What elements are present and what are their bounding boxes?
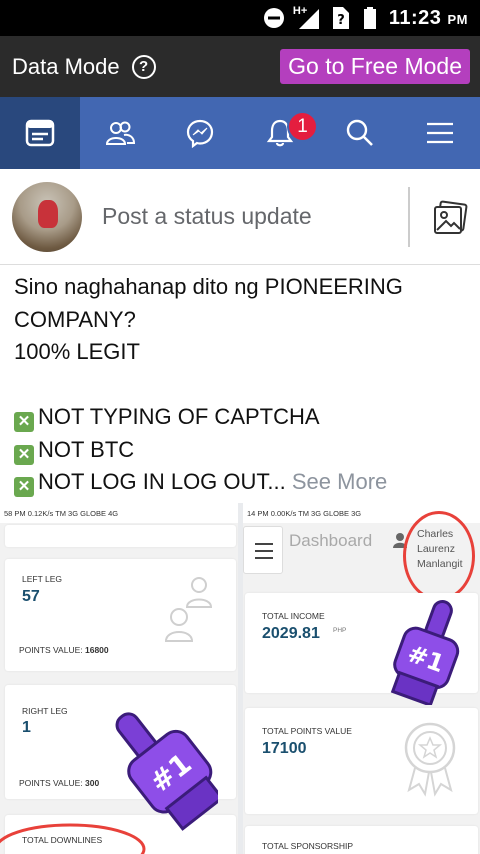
card-title: TOTAL POINTS VALUE: [262, 726, 352, 736]
post-line: Sino naghahanap dito ng PIONEERING: [14, 274, 403, 299]
signal-icon: H+: [292, 5, 321, 29]
no-sim-icon: ?: [329, 7, 351, 29]
card-value: 1: [22, 719, 31, 736]
post-line: 100% LEGIT: [14, 339, 140, 364]
post-photo[interactable]: 58 PM 0.12K/s TM 3G GLOBE 4G LEFT LEG 57…: [0, 503, 480, 854]
do-not-disturb-icon: [263, 7, 285, 29]
left-leg-card: LEFT LEG 57 POINTS VALUE: 16800: [5, 559, 236, 671]
friends-icon: [105, 121, 136, 145]
post-body: Sino naghahanap dito ng PIONEERING COMPA…: [0, 265, 480, 499]
currency-label: PHP: [333, 627, 347, 634]
post-line-item: ✕ NOT BTC: [14, 434, 466, 467]
go-to-free-mode-button[interactable]: Go to Free Mode: [280, 49, 470, 84]
card-value: 17100: [262, 740, 307, 757]
foam-finger-icon: #1: [115, 712, 218, 831]
card-title: RIGHT LEG: [22, 706, 68, 716]
tab-messenger[interactable]: [160, 97, 240, 169]
notification-count-badge: 1: [287, 111, 318, 142]
tab-news-feed[interactable]: [0, 97, 80, 169]
tab-friends[interactable]: [80, 97, 160, 169]
card-title: TOTAL INCOME: [262, 611, 325, 621]
messenger-icon: [186, 119, 214, 148]
network-type-label: H+: [292, 5, 308, 17]
news-feed-icon: [25, 119, 55, 147]
photo-icon[interactable]: [432, 199, 468, 235]
avatar[interactable]: [12, 181, 82, 252]
status-composer: Post a status update: [0, 169, 480, 265]
status-update-input[interactable]: Post a status update: [102, 203, 398, 230]
hamburger-menu-icon: [243, 526, 283, 574]
card-partial: [5, 525, 236, 547]
card-value: 2029.81: [262, 625, 320, 642]
foam-finger-icon: #1: [390, 600, 460, 705]
data-mode-label: Data Mode: [12, 53, 120, 79]
screenshot-left: 58 PM 0.12K/s TM 3G GLOBE 4G LEFT LEG 57…: [0, 503, 238, 854]
red-circle-annotation: [403, 511, 475, 601]
points-value: POINTS VALUE: 16800: [19, 645, 109, 655]
divider: [408, 186, 410, 247]
total-points-value-card: TOTAL POINTS VALUE 17100: [245, 708, 478, 814]
card-title: LEFT LEG: [22, 574, 62, 584]
cross-mark-icon: ✕: [14, 477, 34, 497]
user-icon: [165, 577, 213, 642]
screenshot-right: 14 PM 0.00K/s TM 3G GLOBE 3G Dashboard C…: [243, 503, 480, 854]
main-navigation: 1: [0, 97, 480, 169]
system-status-bar: H+ ? 11:23 PM: [0, 0, 480, 36]
post-line-item: ✕ NOT TYPING OF CAPTCHA: [14, 401, 466, 434]
menu-icon: [427, 122, 453, 144]
battery-icon: [359, 7, 381, 29]
data-mode-bar: Data Mode ? Go to Free Mode: [0, 36, 480, 97]
points-value: POINTS VALUE: 300: [19, 778, 100, 788]
embedded-status-bar: 58 PM 0.12K/s TM 3G GLOBE 4G: [0, 503, 238, 523]
total-sponsorship-card: TOTAL SPONSORSHIP: [245, 826, 478, 854]
card-value: 57: [22, 588, 40, 605]
card-title: TOTAL SPONSORSHIP: [262, 841, 354, 851]
post-line: COMPANY?: [14, 306, 136, 332]
post-line-item: ✕ NOT LOG IN LOG OUT... See More: [14, 466, 466, 499]
clock: 11:23 PM: [388, 6, 468, 29]
svg-text:?: ?: [337, 13, 345, 28]
search-icon: [346, 119, 373, 146]
post-line: [14, 369, 466, 402]
tab-notifications[interactable]: 1: [240, 97, 320, 169]
see-more-link[interactable]: See More: [292, 469, 387, 494]
tab-menu[interactable]: [400, 97, 480, 169]
dashboard-title: Dashboard: [289, 531, 373, 550]
award-badge-icon: [404, 722, 456, 797]
cross-mark-icon: ✕: [14, 412, 34, 432]
cross-mark-icon: ✕: [14, 444, 34, 465]
tab-search[interactable]: [320, 97, 400, 169]
help-icon[interactable]: ?: [131, 54, 156, 79]
